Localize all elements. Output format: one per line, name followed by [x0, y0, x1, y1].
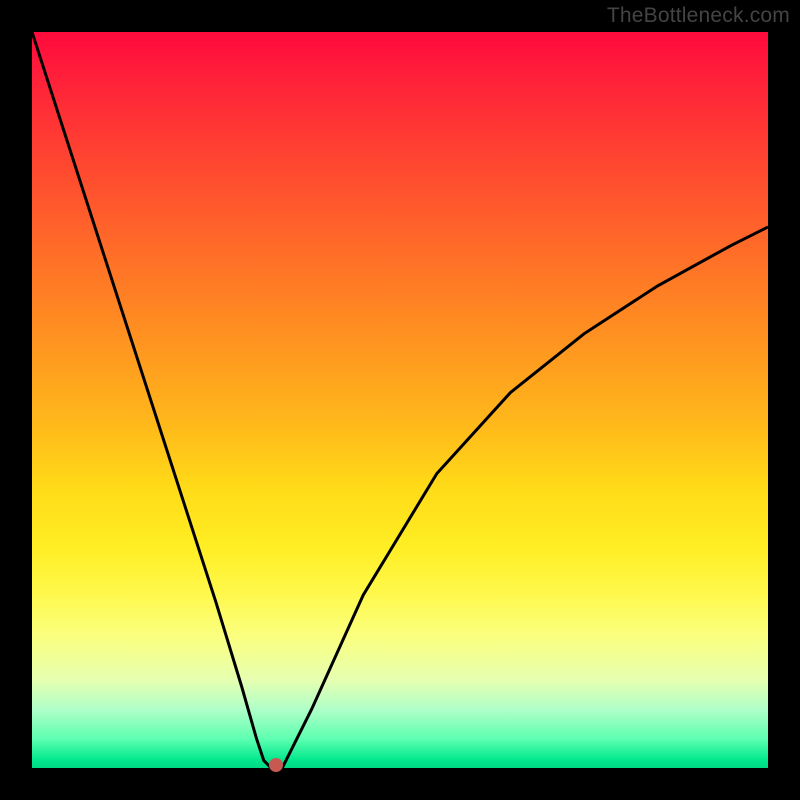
plot-area: [32, 32, 768, 768]
bottleneck-curve: [32, 32, 768, 768]
curve-svg: [32, 32, 768, 768]
minimum-marker: [269, 758, 283, 772]
chart-frame: TheBottleneck.com: [0, 0, 800, 800]
watermark-text: TheBottleneck.com: [607, 4, 790, 28]
